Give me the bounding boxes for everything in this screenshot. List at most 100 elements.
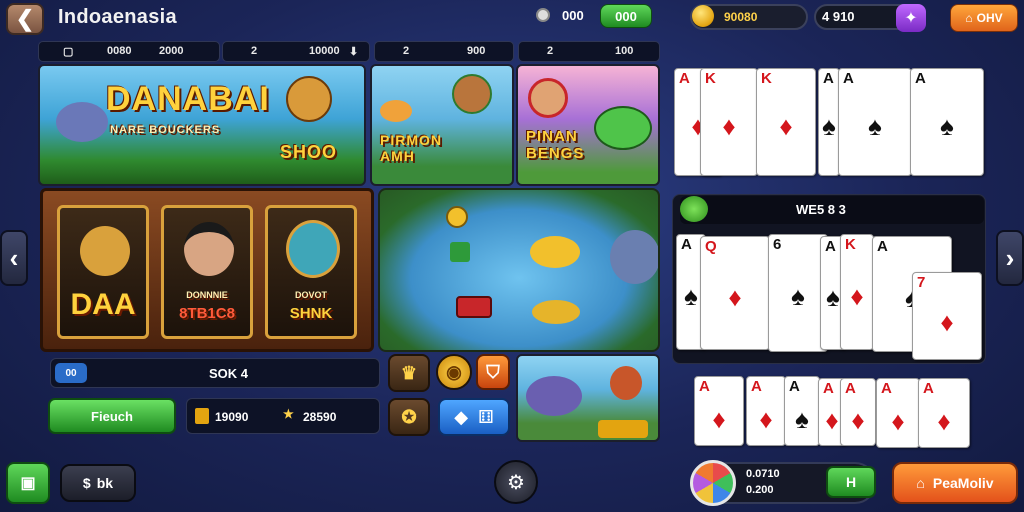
fish-illustration: [530, 236, 580, 268]
clover-icon: [680, 196, 708, 222]
prev-arrow[interactable]: ‹: [0, 230, 28, 286]
playing-card[interactable]: A ♦: [876, 378, 920, 448]
coin-button[interactable]: ◉: [436, 354, 472, 390]
stat-label: 2: [403, 45, 410, 57]
home-icon: ▣: [20, 475, 36, 492]
blue-action-button[interactable]: ◆ ⚅: [438, 398, 510, 436]
fishing-pond-game[interactable]: [378, 188, 660, 352]
gem-add-button[interactable]: ✦: [896, 4, 926, 32]
playing-card[interactable]: K ♦: [700, 68, 758, 176]
balance-right: 28590: [303, 410, 337, 424]
card-suit-icon: ♦: [722, 111, 736, 142]
playing-card[interactable]: A ♦: [918, 378, 970, 448]
chat-button[interactable]: $ bk: [60, 464, 136, 502]
slot-machine[interactable]: DAA DONNNIE 8TB1C8 DOVOT SHNK: [40, 188, 374, 352]
trophy-button[interactable]: ♛: [388, 354, 430, 392]
stat-value: 0080: [107, 45, 132, 57]
coin-icon: [446, 206, 468, 228]
badge-button[interactable]: ✪: [388, 398, 430, 436]
playing-card[interactable]: A♠: [838, 68, 912, 176]
reel-subtext: DONNNIE: [186, 290, 228, 300]
fish-illustration: [532, 300, 580, 324]
playing-card[interactable]: A ♦: [694, 376, 744, 446]
card-suit-icon: ♠: [868, 111, 882, 142]
game-tile-treasure[interactable]: [516, 354, 660, 442]
info-bar: 00 SOK 4: [50, 358, 380, 388]
fish-illustration: [610, 230, 658, 284]
game-tile-pirmon[interactable]: PIRMON AMH: [370, 64, 514, 186]
profile-action-button[interactable]: H: [826, 466, 876, 498]
card-suit-icon: ♦: [891, 406, 905, 437]
coin-icon: ◉: [446, 361, 462, 382]
card-rank: A: [751, 378, 762, 395]
trophy-icon: ♛: [400, 362, 418, 383]
profile-line-2: 0.200: [746, 484, 774, 496]
game-tile-danabai[interactable]: DANABAI NARE BOUCKERS SHOO: [38, 64, 366, 186]
card-rank: Q: [705, 238, 717, 255]
top-green-button[interactable]: 000: [600, 4, 652, 28]
payment-button[interactable]: ⌂ PeaMoliv: [892, 462, 1018, 504]
stat-value: 2000: [159, 45, 184, 57]
playing-card[interactable]: A♠: [818, 68, 840, 176]
gold-balance: 90080: [724, 10, 758, 24]
stat-label: 2: [251, 45, 258, 57]
fish-illustration: [526, 376, 582, 416]
card-suit-icon: ♦: [851, 405, 865, 436]
card-suit-icon: ♦: [937, 406, 951, 437]
character-illustration: [528, 78, 568, 118]
settings-button[interactable]: ⚙: [494, 460, 538, 504]
dice-icon: ⚅: [478, 406, 494, 427]
next-arrow[interactable]: ›: [996, 230, 1024, 286]
card-rank: A: [699, 378, 710, 395]
game-tile-pinan[interactable]: PINAN BENGS: [516, 64, 660, 186]
playing-card[interactable]: A ♦: [746, 376, 786, 446]
home-button[interactable]: ▣: [6, 462, 50, 504]
back-button[interactable]: ❮: [6, 3, 44, 35]
avatar[interactable]: [690, 460, 736, 506]
reel-text: 8TB1C8: [179, 305, 235, 322]
playing-card[interactable]: A♠: [784, 376, 820, 446]
card-suit-icon: ♦: [940, 307, 954, 338]
info-icon[interactable]: 00: [55, 363, 87, 383]
card-rank: A: [845, 380, 856, 397]
diamond-icon: ◆: [454, 406, 469, 427]
download-icon[interactable]: ⬇: [349, 45, 358, 58]
playing-card[interactable]: 6 ♠: [768, 234, 828, 352]
playing-card[interactable]: Q ♦: [700, 236, 770, 350]
stat-icon: ▢: [63, 46, 74, 58]
fish-illustration: [380, 100, 412, 122]
wand-icon: ✦: [904, 10, 918, 27]
card-rank: A: [923, 380, 934, 397]
stat-bar-2: 2 10000 ⬇: [222, 41, 370, 62]
slot-reel: DOVOT SHNK: [265, 205, 357, 339]
card-suit-icon: ♠: [940, 111, 954, 142]
card-rank: A: [789, 378, 800, 395]
slot-reel: DONNNIE 8TB1C8: [161, 205, 253, 339]
character-illustration: [610, 366, 642, 400]
payment-label: PeaMoliv: [932, 475, 994, 491]
card-rank: A: [823, 70, 834, 87]
top-count: 000: [562, 8, 584, 23]
character-illustration: [184, 222, 234, 276]
shield-icon: ⛉: [486, 361, 500, 382]
character-illustration: [80, 226, 130, 276]
stat-value: 900: [467, 45, 486, 57]
card-rank: A: [825, 238, 836, 255]
playing-card[interactable]: K ♦: [756, 68, 816, 176]
orange-top-button[interactable]: ⌂ OHV: [950, 4, 1018, 32]
chip-icon: [450, 242, 470, 262]
playing-card[interactable]: K ♦: [840, 234, 874, 350]
slot-reel: DAA: [57, 205, 149, 339]
shield-button[interactable]: ⛉: [476, 354, 510, 390]
reel-text: DAA: [70, 288, 136, 321]
playing-card[interactable]: 7 ♦: [912, 272, 982, 360]
playing-card[interactable]: A ♦: [840, 378, 876, 446]
stat-bar-1: ▢ 0080 2000: [38, 41, 220, 62]
badge-icon: ✪: [401, 406, 417, 427]
playing-card[interactable]: A♠: [910, 68, 984, 176]
play-button[interactable]: Fieuch: [48, 398, 176, 434]
shop-icon: ⌂: [965, 11, 973, 25]
character-illustration: [286, 76, 332, 122]
coin-stack-icon: [195, 408, 209, 424]
chest-icon: [456, 296, 492, 318]
